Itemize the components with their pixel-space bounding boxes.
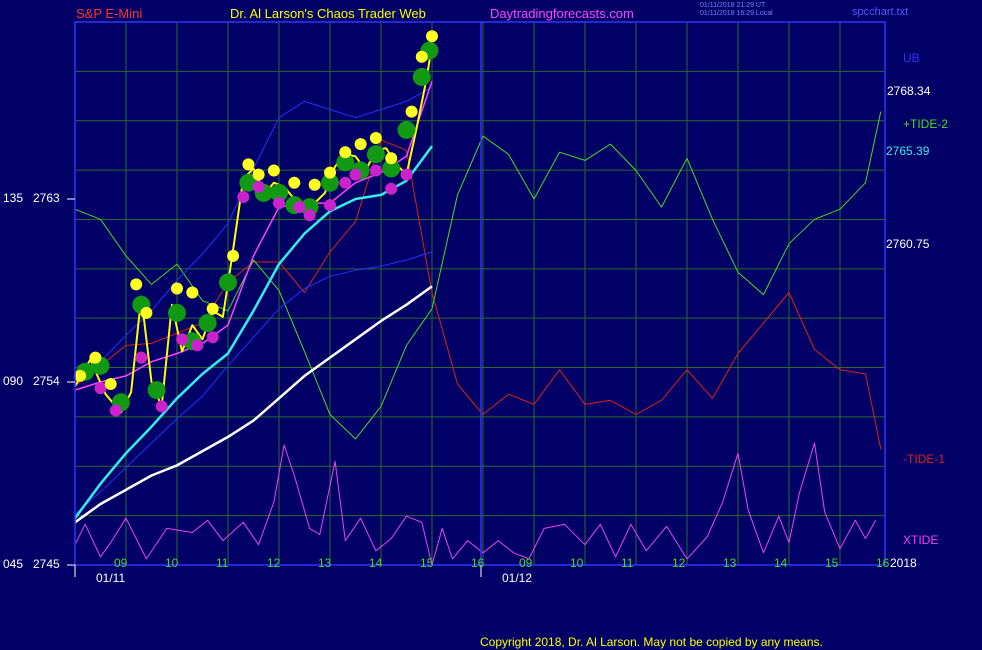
bottom-marker [252, 180, 265, 193]
y-axis-code: 135 [3, 191, 24, 205]
bottom-marker [206, 331, 219, 344]
bottom-marker [369, 164, 382, 177]
bottom-marker [293, 201, 306, 214]
top-marker [206, 302, 219, 315]
top-marker [288, 176, 301, 189]
bull-marker [412, 68, 431, 86]
bottom-marker [94, 382, 107, 395]
x-tick-label: 13 [318, 556, 332, 570]
bottom-marker [176, 333, 189, 346]
x-tick-label: 09 [114, 556, 128, 570]
x-tick-label: 09 [519, 556, 533, 570]
top-marker [140, 306, 153, 319]
top-marker [130, 278, 143, 291]
x-tick-label: 11 [216, 556, 229, 570]
x-tick-label: 10 [570, 556, 584, 570]
y-axis-price: 2754 [33, 374, 60, 388]
x-tick-label: 16 [876, 556, 890, 570]
top-marker [171, 282, 183, 295]
bottom-marker [303, 209, 316, 222]
bottom-marker [400, 168, 413, 181]
mid-price-label: 2760.75 [886, 237, 930, 251]
y-axis-code: 045 [3, 557, 24, 571]
date-label: 01/11 [96, 571, 126, 585]
date-label: 01/12 [502, 571, 533, 585]
top-marker [252, 168, 265, 181]
x-tick-label: 16 [471, 556, 485, 570]
ub-label: UB [903, 51, 920, 65]
top-marker [369, 132, 382, 144]
bull-marker [198, 314, 217, 332]
top-marker [267, 164, 280, 177]
x-tick-label: 12 [672, 556, 686, 570]
bull-marker [219, 273, 237, 292]
ub-price-label: 2768.34 [887, 84, 931, 98]
x-tick-label: 13 [723, 556, 737, 570]
x-tick-label: 14 [369, 556, 383, 570]
y-axis-code: 090 [3, 374, 24, 388]
x-tick-label: 14 [774, 556, 788, 570]
top-marker [415, 50, 428, 63]
top-marker [426, 30, 438, 43]
bottom-marker [273, 197, 285, 210]
y-axis-price: 2763 [33, 191, 60, 205]
author-title: Dr. Al Larson's Chaos Trader Web [230, 6, 426, 21]
tide1-label: -TIDE-1 [903, 452, 945, 466]
timestamp-local: 01/11/2018 16:29 Local [700, 10, 773, 17]
bottom-marker [324, 199, 336, 212]
top-marker [227, 249, 240, 262]
top-marker [354, 138, 367, 151]
timestamp-utc: 01/11/2018 21:29 UT [700, 2, 766, 9]
tide2-price-label: 2765.39 [886, 144, 930, 158]
top-marker [405, 105, 418, 118]
bottom-marker [135, 351, 148, 364]
bottom-marker [191, 339, 204, 352]
top-marker [339, 146, 352, 159]
bottom-marker [385, 182, 398, 195]
x-tick-label: 12 [267, 556, 281, 570]
year-label: 2018 [890, 556, 917, 570]
top-marker [308, 178, 321, 191]
x-tick-label: 15 [420, 556, 434, 570]
bottom-marker [349, 168, 362, 181]
y-axis-price: 2745 [33, 557, 60, 571]
file-name: spcchart.txt [852, 6, 909, 18]
x-tick-label: 11 [621, 556, 634, 570]
chaos-chart [67, 21, 886, 577]
bull-marker [397, 120, 416, 139]
copyright: Copyright 2018, Dr. Al Larson. May not b… [480, 635, 823, 649]
top-marker [186, 286, 199, 299]
tide2-label: +TIDE-2 [903, 117, 949, 131]
top-marker [242, 158, 255, 171]
x-tick-label: 10 [165, 556, 179, 570]
bottom-marker [339, 176, 352, 189]
bull-marker [168, 303, 186, 322]
top-marker [385, 152, 398, 165]
bottom-marker [155, 400, 168, 413]
x-tick-label: 15 [825, 556, 839, 570]
symbol-title: S&P E-Mini [76, 6, 143, 21]
top-marker [324, 166, 336, 179]
bottom-marker [109, 404, 122, 417]
site-link[interactable]: Daytradingforecasts.com [490, 6, 634, 21]
top-marker [104, 378, 117, 390]
top-marker [89, 351, 102, 364]
bottom-marker [237, 191, 250, 203]
xtide-label: XTIDE [903, 533, 939, 547]
bull-marker [147, 381, 166, 400]
top-marker [74, 369, 87, 382]
bull-marker [366, 145, 385, 164]
